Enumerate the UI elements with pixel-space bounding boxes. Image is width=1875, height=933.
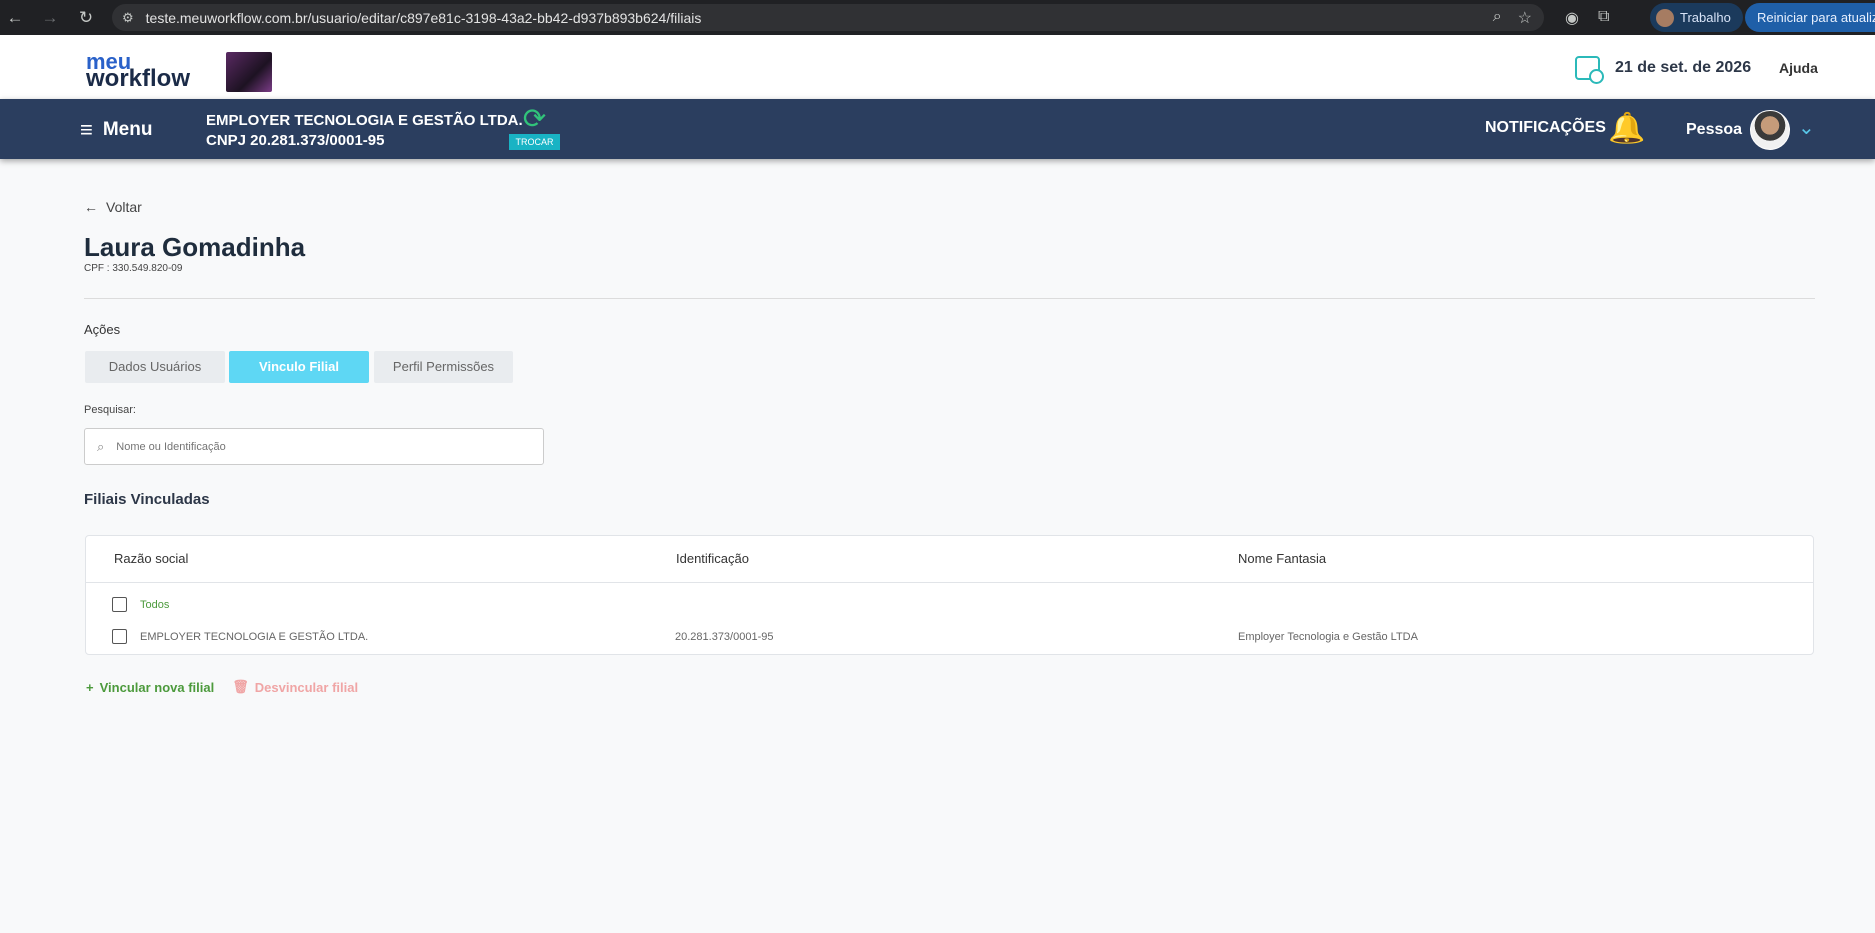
bell-icon[interactable]: 🔔 (1608, 111, 1645, 146)
company-cnpj: CNPJ 20.281.373/0001-95 (206, 132, 385, 149)
select-all-label[interactable]: Todos (140, 599, 169, 611)
table-header: Razão social Identificação Nome Fantasia (86, 536, 1813, 583)
tab-dados-usuarios[interactable]: Dados Usuários (85, 351, 225, 383)
menu-button[interactable]: ≡ Menu (80, 117, 152, 143)
select-all-checkbox[interactable] (112, 597, 127, 612)
select-all-row: Todos (86, 593, 1813, 617)
company-name: EMPLOYER TECNOLOGIA E GESTÃO LTDA. (206, 112, 523, 129)
search-field[interactable]: ⌕ (84, 428, 544, 465)
table-row: EMPLOYER TECNOLOGIA E GESTÃO LTDA. 20.28… (86, 625, 1813, 649)
profile-avatar (1656, 8, 1674, 27)
zoom-icon[interactable]: ⌕ (1493, 8, 1502, 28)
switch-label: TROCAR (509, 134, 560, 150)
actions-title: Ações (84, 322, 121, 337)
arrow-left-icon: ← (84, 199, 98, 215)
remove-branch-button[interactable]: 🗑 Desvincular filial (232, 679, 358, 695)
add-branch-label: Vincular nova filial (99, 679, 215, 695)
column-header-razao: Razão social (114, 551, 189, 566)
company-info: EMPLOYER TECNOLOGIA E GESTÃO LTDA. CNPJ … (206, 111, 523, 151)
address-bar[interactable]: ⚙ teste.meuworkflow.com.br/usuario/edita… (112, 4, 1544, 31)
help-link[interactable]: Ajuda (1779, 60, 1818, 76)
table-actions: + Vincular nova filial 🗑 Desvincular fil… (86, 679, 358, 695)
cell-razao: EMPLOYER TECNOLOGIA E GESTÃO LTDA. (140, 631, 369, 643)
calendar-icon (1575, 56, 1604, 84)
tab-vinculo-filial[interactable]: Vinculo Filial (229, 351, 369, 383)
back-link[interactable]: ← Voltar (84, 199, 142, 215)
branches-table: Razão social Identificação Nome Fantasia… (85, 535, 1814, 655)
profile-label: Trabalho (1680, 10, 1731, 25)
cell-fantasia: Employer Tecnologia e Gestão LTDA (1238, 631, 1418, 643)
swap-icon: ⟳ (522, 103, 547, 134)
current-date: 21 de set. de 2026 (1615, 59, 1752, 76)
plus-icon: + (86, 679, 94, 695)
column-header-fantasia: Nome Fantasia (1238, 551, 1327, 566)
search-icon: ⌕ (97, 438, 105, 454)
logo-text-bottom: workflow (86, 65, 191, 92)
company-photo (226, 52, 272, 92)
site-settings-icon[interactable]: ⚙ (122, 10, 134, 26)
app-logo[interactable]: meu workflow (86, 51, 191, 92)
page-title: Laura Gomadinha (84, 232, 306, 262)
browser-toolbar: ← → ↻ ⚙ teste.meuworkflow.com.br/usuario… (0, 0, 1875, 35)
column-header-identificacao: Identificação (676, 551, 749, 566)
main-navbar: ≡ Menu EMPLOYER TECNOLOGIA E GESTÃO LTDA… (0, 99, 1875, 159)
row-checkbox[interactable] (112, 629, 127, 644)
search-label: Pesquisar: (84, 404, 136, 416)
profile-chip[interactable]: Trabalho (1650, 3, 1743, 32)
hamburger-icon: ≡ (80, 117, 93, 142)
user-avatar[interactable] (1750, 110, 1790, 150)
search-input[interactable] (114, 439, 519, 454)
update-button[interactable]: Reiniciar para atualizar (1745, 3, 1875, 32)
back-label: Voltar (106, 199, 142, 215)
extension-icon[interactable]: ◉ (1565, 8, 1579, 28)
extensions-puzzle-icon[interactable]: ⧉ (1598, 8, 1609, 26)
notifications-link[interactable]: NOTIFICAÇÕES (1485, 119, 1606, 137)
cell-identificacao: 20.281.373/0001-95 (675, 631, 774, 643)
section-title: Filiais Vinculadas (84, 491, 210, 508)
menu-label: Menu (102, 119, 153, 140)
remove-branch-label: Desvincular filial (254, 679, 359, 695)
app-header: meu workflow 21 de set. de 2026 Ajuda (0, 35, 1875, 99)
back-arrow-icon[interactable]: ← (2, 8, 28, 28)
bookmark-star-icon[interactable]: ☆ (1518, 8, 1532, 28)
tab-perfil-permissoes[interactable]: Perfil Permissões (374, 351, 513, 383)
person-cpf: CPF : 330.549.820-09 (84, 263, 183, 274)
forward-arrow-icon[interactable]: → (37, 8, 63, 28)
url-text[interactable]: teste.meuworkflow.com.br/usuario/editar/… (146, 10, 702, 26)
reload-icon[interactable]: ↻ (73, 8, 99, 28)
trash-icon: 🗑 (232, 679, 249, 694)
user-name[interactable]: Pessoa (1686, 121, 1742, 139)
divider (84, 298, 1815, 299)
add-branch-button[interactable]: + Vincular nova filial (86, 679, 214, 695)
chevron-down-icon[interactable]: ⌄ (1798, 115, 1815, 140)
switch-company-button[interactable]: ⟳ TROCAR (509, 104, 560, 150)
